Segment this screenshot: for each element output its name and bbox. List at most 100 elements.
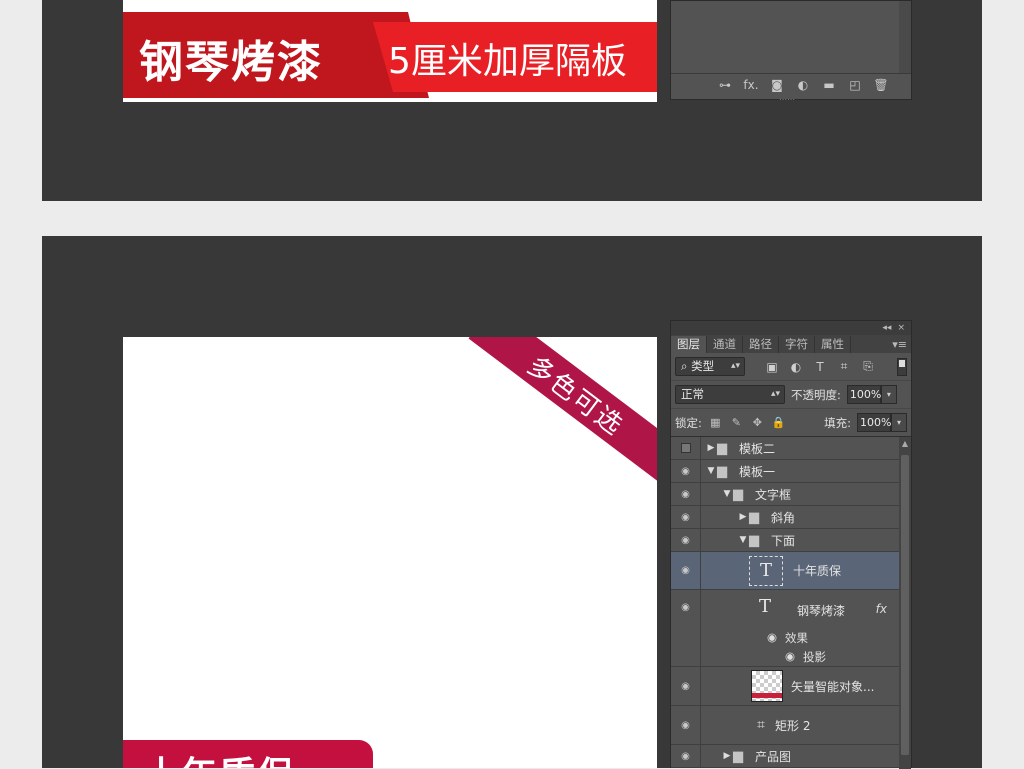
hidden-box-icon — [680, 443, 691, 453]
trash-icon[interactable]: 🗑 — [873, 78, 889, 92]
fx-icon[interactable]: fx. — [743, 78, 759, 92]
layer-row[interactable]: ◉ ⌗ 矩形 2 — [671, 706, 899, 745]
banner-subtitle: 5厘米加厚隔板 — [388, 41, 627, 82]
eye-icon[interactable]: ◉ — [671, 745, 701, 767]
layer-row[interactable]: ◉ ▶ ▆ 产品图 — [671, 745, 899, 768]
opacity-dropdown-icon[interactable]: ▾ — [880, 385, 897, 404]
layer-name: 钢琴烤漆 — [797, 604, 846, 618]
layer-name: 文字框 — [755, 487, 792, 502]
eye-icon[interactable]: ◉ — [671, 460, 701, 482]
text-filter-icon[interactable]: T — [811, 360, 829, 374]
image-filter-icon[interactable]: ▣ — [763, 360, 781, 374]
banner-title: 钢琴烤漆 — [139, 37, 323, 88]
eye-icon[interactable]: ◉ — [671, 529, 701, 551]
panel-menu-icon[interactable]: ▾≡ — [892, 336, 911, 353]
folder-icon: ▆ — [717, 440, 727, 456]
eye-icon[interactable]: ◉ — [671, 590, 701, 667]
expand-arrow-icon[interactable]: ▶ — [721, 751, 733, 761]
smart-filter-icon[interactable]: ⎘ — [859, 359, 877, 374]
bottom-canvas[interactable]: 多色可选 十年质保 — [123, 337, 657, 768]
warranty-ribbon: 十年质保 — [123, 740, 373, 768]
fill-control: 100% ▾ — [857, 413, 907, 432]
tab-character[interactable]: 字符 — [779, 336, 815, 353]
filter-toggle[interactable] — [897, 357, 907, 376]
warranty-ribbon-text: 十年质保 — [143, 746, 295, 768]
opacity-label: 不透明度: — [791, 387, 841, 402]
resize-grip-icon[interactable]: ⋯⋯ — [779, 95, 795, 104]
adjustment-icon[interactable]: ◐ — [795, 78, 811, 92]
fill-input[interactable]: 100% — [857, 413, 891, 432]
scroll-thumb[interactable] — [901, 455, 909, 755]
text-layer-icon: T — [749, 555, 783, 586]
bottom-document-panel: 多色可选 十年质保 ◂◂ × 图层 通道 路径 字符 属性 ▾≡ ⌕ 类型 ▴▾… — [42, 236, 982, 769]
fill-dropdown-icon[interactable]: ▾ — [891, 413, 907, 432]
layer-name: 下面 — [771, 533, 796, 548]
tab-paths[interactable]: 路径 — [743, 336, 779, 353]
eye-icon[interactable]: ◉ — [671, 706, 701, 744]
top-layers-scrollbar[interactable] — [899, 1, 911, 73]
eye-icon[interactable]: ◉ — [671, 552, 701, 589]
layer-row[interactable]: ◉ ▼ ▆ 下面 — [671, 529, 899, 552]
collapse-arrow-icon[interactable]: ▼ — [705, 466, 717, 476]
eye-icon[interactable]: ◉ — [671, 506, 701, 528]
layer-row[interactable]: ◉ 矢量智能对象... — [671, 667, 899, 706]
adjustment-filter-icon[interactable]: ◐ — [787, 360, 805, 374]
layer-row[interactable]: ◉ T 钢琴烤漆 fx ◉ 效果 ◉ 投影 — [671, 590, 899, 667]
panel-top-bar: ◂◂ × — [671, 321, 911, 335]
effect-eye-icon[interactable]: ◉ — [785, 649, 795, 663]
filter-kind-select[interactable]: ⌕ 类型 ▴▾ — [675, 357, 745, 376]
visibility-toggle[interactable] — [671, 437, 701, 459]
lock-transparency-icon[interactable]: ▦ — [708, 416, 723, 429]
expand-arrow-icon[interactable]: ▶ — [737, 512, 749, 522]
folder-open-icon: ▆ — [733, 486, 743, 502]
layer-row[interactable]: ◉ ▼ ▆ 文字框 — [671, 483, 899, 506]
text-layer-icon: T — [759, 596, 772, 617]
folder-icon[interactable]: ▬ — [821, 78, 837, 92]
layer-name: 十年质保 — [793, 564, 842, 578]
mask-icon[interactable]: ◙ — [769, 78, 785, 92]
opacity-input[interactable]: 100% — [846, 385, 881, 404]
layer-row[interactable]: ◉ ▼ ▆ 模板一 — [671, 460, 899, 483]
fx-badge-icon[interactable]: fx — [876, 602, 887, 616]
folder-icon: ▆ — [749, 509, 759, 525]
tab-properties[interactable]: 属性 — [815, 336, 851, 353]
fill-label: 填充: — [824, 415, 851, 430]
layer-name: 模板一 — [739, 464, 776, 479]
tab-channels[interactable]: 通道 — [707, 336, 743, 353]
expand-arrow-icon[interactable]: ▶ — [705, 443, 717, 453]
effect-name: 投影 — [803, 650, 826, 664]
eye-icon[interactable]: ◉ — [671, 667, 701, 705]
lock-all-icon[interactable]: 🔒 — [771, 416, 786, 429]
layer-list: ▶ ▆ 模板二 ◉ ▼ ▆ 模板一 ◉ ▼ ▆ 文字框 ◉ ▶ ▆ 斜角 ◉ ▼… — [671, 437, 899, 768]
lock-position-icon[interactable]: ✥ — [750, 416, 765, 429]
collapse-arrow-icon[interactable]: ▼ — [721, 489, 733, 499]
eye-icon[interactable]: ◉ — [671, 483, 701, 505]
collapse-icon[interactable]: ◂◂ — [882, 323, 891, 333]
close-icon[interactable]: × — [897, 323, 905, 333]
effects-eye-icon[interactable]: ◉ — [767, 630, 777, 644]
shape-filter-icon[interactable]: ⌗ — [835, 359, 853, 374]
top-layers-body — [671, 1, 901, 73]
layer-name: 模板二 — [739, 441, 776, 456]
tab-layers[interactable]: 图层 — [671, 336, 707, 353]
lock-row: 锁定: ▦ ✎ ✥ 🔒 填充: 100% ▾ — [671, 409, 911, 437]
layer-row-selected[interactable]: ◉ T 十年质保 — [671, 552, 899, 590]
collapse-arrow-icon[interactable]: ▼ — [737, 535, 749, 545]
top-layers-panel: ⊶ fx. ◙ ◐ ▬ ◰ 🗑 ⋯⋯ — [670, 0, 912, 104]
layer-row[interactable]: ◉ ▶ ▆ 斜角 — [671, 506, 899, 529]
shape-layer-icon: ⌗ — [757, 717, 765, 733]
lock-pixels-icon[interactable]: ✎ — [729, 416, 744, 429]
effects-label: 效果 — [785, 631, 808, 645]
blend-mode-select[interactable]: 正常 ▴▾ — [675, 385, 785, 404]
top-canvas[interactable]: 钢琴烤漆 5厘米加厚隔板 — [123, 0, 657, 102]
layer-row[interactable]: ▶ ▆ 模板二 — [671, 437, 899, 460]
layer-name: 矢量智能对象... — [791, 679, 875, 694]
filter-search-icon: ⌕ — [681, 359, 688, 373]
blend-row: 正常 ▴▾ 不透明度: 100% ▾ — [671, 381, 911, 409]
new-layer-icon[interactable]: ◰ — [847, 78, 863, 92]
layer-name: 产品图 — [755, 749, 792, 764]
layers-scrollbar[interactable]: ▲ — [899, 437, 911, 769]
link-icon[interactable]: ⊶ — [717, 78, 733, 92]
scroll-up-icon[interactable]: ▲ — [899, 437, 911, 451]
corner-ribbon-text: 多色可选 — [521, 350, 630, 442]
